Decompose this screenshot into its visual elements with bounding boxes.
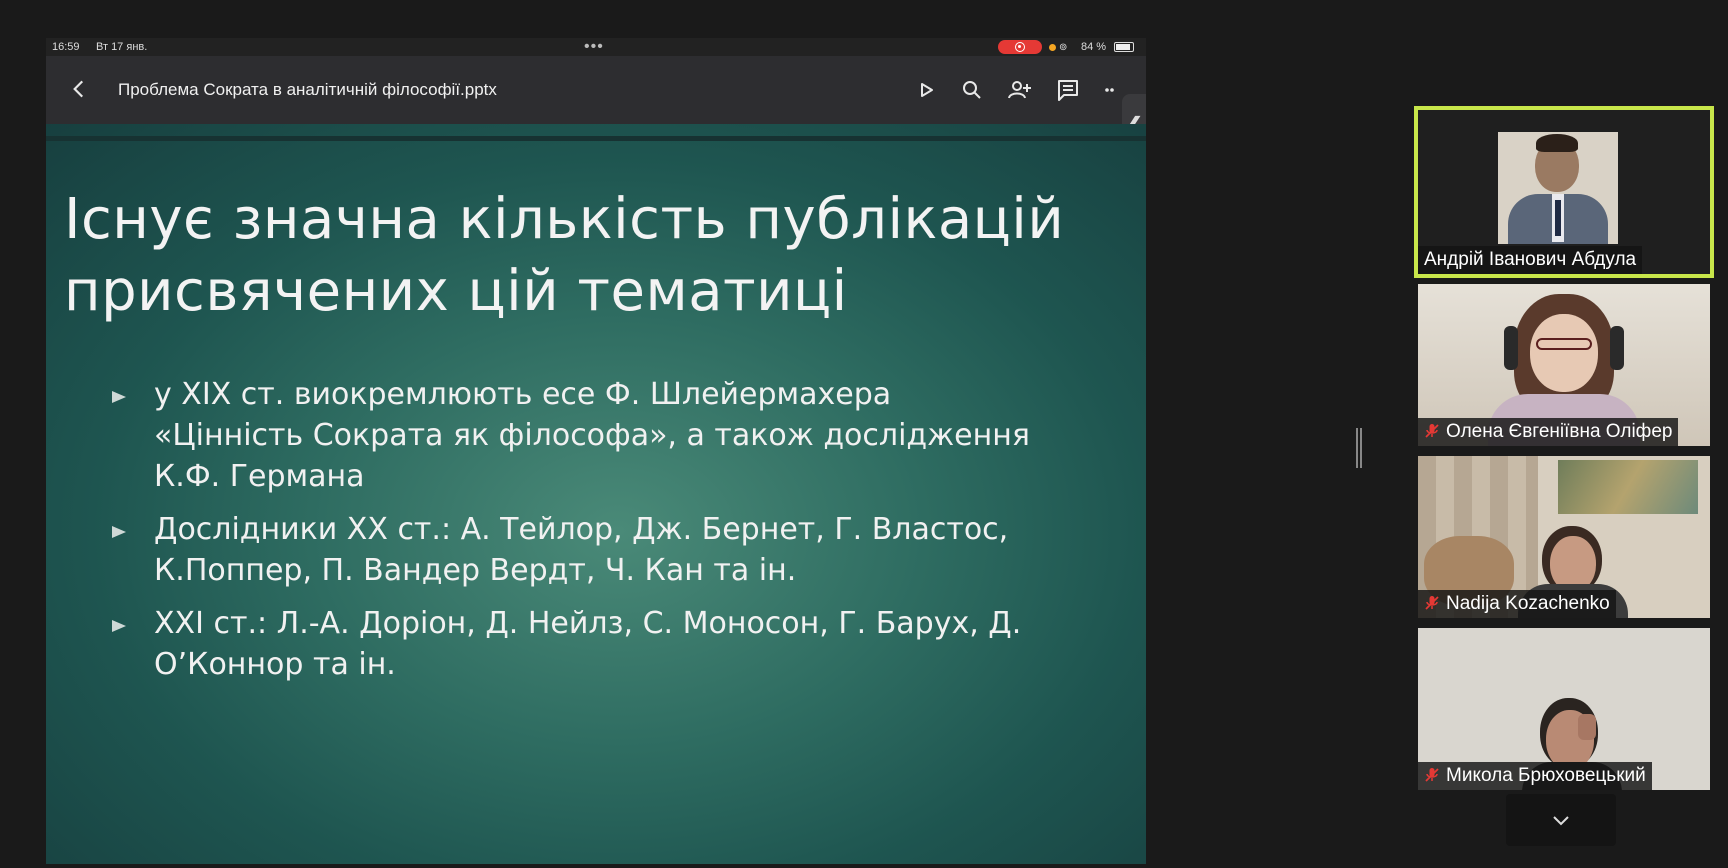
link-icon: ⊚ bbox=[1059, 42, 1068, 53]
bullet-arrow-icon bbox=[112, 526, 126, 538]
search-button[interactable] bbox=[958, 76, 986, 104]
device-status-bar: 16:59 Вт 17 янв. ••• ⊚ 84 % bbox=[46, 38, 1146, 56]
bullet-text-line: XXI ст.: Л.-А. Доріон, Д. Нейлз, С. Моно… bbox=[154, 606, 1022, 641]
participant-name: Микола Брюховецький bbox=[1418, 762, 1652, 790]
status-time: 16:59 bbox=[52, 41, 80, 53]
gallery-scroll-down-button[interactable] bbox=[1506, 794, 1616, 846]
panel-resize-handle[interactable] bbox=[1356, 428, 1362, 468]
slide-title: Існує значна кількість публікацій присвя… bbox=[64, 184, 1124, 328]
slide-bullet: XXI ст.: Л.-А. Доріон, Д. Нейлз, С. Моно… bbox=[112, 603, 1132, 685]
video-feed bbox=[1498, 132, 1618, 244]
participant-name-text: Nadija Kozachenko bbox=[1446, 593, 1610, 614]
app-toolbar: Проблема Сократа в аналітичній філософії… bbox=[46, 56, 1146, 124]
mic-muted-icon bbox=[1425, 596, 1439, 610]
bullet-arrow-icon bbox=[112, 620, 126, 632]
slide-bullet: Дослідники XX ст.: А. Тейлор, Дж. Бернет… bbox=[112, 509, 1132, 591]
bullet-arrow-icon bbox=[112, 391, 126, 403]
participant-tile[interactable]: Микола Брюховецький bbox=[1418, 628, 1710, 790]
participant-name: Nadija Kozachenko bbox=[1418, 590, 1616, 618]
presentation-slide: Існує значна кількість публікацій присвя… bbox=[46, 124, 1146, 864]
present-button[interactable] bbox=[912, 76, 940, 104]
mic-muted-icon bbox=[1425, 424, 1439, 438]
bullet-text-line: у XIX ст. виокремлюють есе Ф. Шлейермахе… bbox=[154, 377, 892, 412]
participant-name-text: Микола Брюховецький bbox=[1446, 765, 1646, 786]
play-icon bbox=[921, 83, 933, 97]
bullet-text-line: «Цінність Сократа як філософа», а також … bbox=[154, 418, 1030, 453]
search-icon bbox=[963, 81, 981, 99]
slide-title-line: присвячених цій тематиці bbox=[64, 259, 848, 324]
comment-icon bbox=[1058, 80, 1078, 101]
add-person-icon bbox=[1008, 81, 1031, 99]
battery-percentage: 84 % bbox=[1081, 41, 1107, 53]
bullet-text-line: К.Поппер, П. Вандер Вердт, Ч. Кан та ін. bbox=[154, 553, 797, 588]
bullet-text-line: Дослідники XX ст.: А. Тейлор, Дж. Бернет… bbox=[154, 512, 1009, 547]
recording-indicator-icon bbox=[998, 40, 1042, 54]
multitask-dots-icon[interactable]: ••• bbox=[584, 38, 604, 56]
mic-muted-icon bbox=[1425, 768, 1439, 782]
participant-name-text: Олена Євгеніївна Оліфер bbox=[1446, 421, 1673, 442]
shared-screen: 16:59 Вт 17 янв. ••• ⊚ 84 % Проблема Сок… bbox=[46, 38, 1146, 864]
participant-name: Олена Євгеніївна Оліфер bbox=[1418, 418, 1679, 446]
slide-bullet: у XIX ст. виокремлюють есе Ф. Шлейермахе… bbox=[112, 374, 1132, 497]
participant-tile[interactable]: Nadija Kozachenko bbox=[1418, 456, 1710, 618]
back-button[interactable] bbox=[66, 76, 92, 102]
bullet-text-line: О’Коннор та ін. bbox=[154, 647, 396, 682]
slide-title-line: Існує значна кількість публікацій bbox=[64, 187, 1065, 252]
share-button[interactable] bbox=[1006, 76, 1034, 104]
comments-button[interactable] bbox=[1054, 76, 1082, 104]
participant-tile[interactable]: Андрій Іванович Абдула bbox=[1414, 106, 1714, 278]
bullet-text-line: К.Ф. Германа bbox=[154, 459, 365, 494]
document-title: Проблема Сократа в аналітичній філософії… bbox=[118, 80, 497, 99]
participant-tile[interactable]: Олена Євгеніївна Оліфер bbox=[1418, 284, 1710, 446]
mic-in-use-icon bbox=[1049, 44, 1056, 51]
back-icon bbox=[73, 80, 84, 98]
slide-bullet-list: у XIX ст. виокремлюють есе Ф. Шлейермахе… bbox=[112, 374, 1132, 697]
battery-icon bbox=[1114, 42, 1134, 52]
participant-name: Андрій Іванович Абдула bbox=[1418, 246, 1643, 274]
chevron-down-icon bbox=[1553, 816, 1569, 826]
slide-top-rule bbox=[46, 136, 1146, 141]
status-date: Вт 17 янв. bbox=[96, 41, 148, 53]
